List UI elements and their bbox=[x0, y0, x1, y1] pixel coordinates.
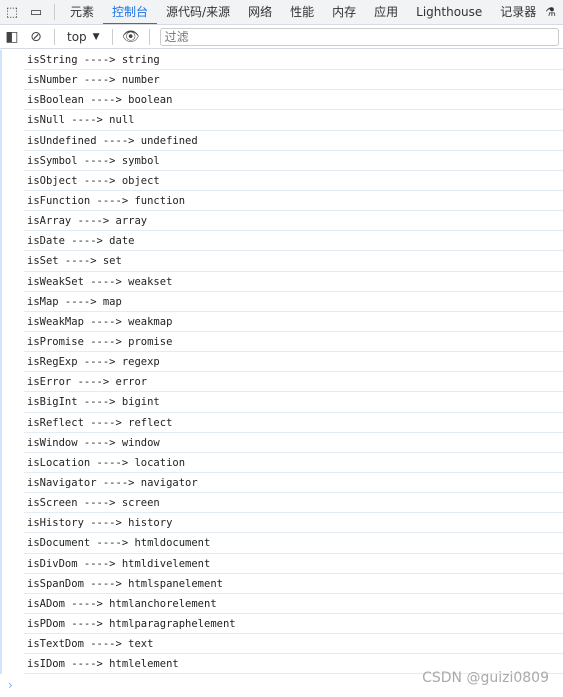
clear-console-icon[interactable]: ⊘ bbox=[24, 25, 48, 49]
console-message: isMap ----> map bbox=[24, 292, 563, 312]
console-message: isSpanDom ----> htmlspanelement bbox=[24, 574, 563, 594]
divider bbox=[148, 28, 150, 45]
console-message: isError ----> error bbox=[24, 372, 563, 393]
console-message: isWindow ----> window bbox=[24, 433, 563, 453]
tab-3[interactable]: 网络 bbox=[239, 0, 281, 24]
filter-input[interactable] bbox=[159, 27, 559, 46]
console-message: isSymbol ----> symbol bbox=[24, 151, 563, 171]
tab-2[interactable]: 源代码/来源 bbox=[157, 0, 239, 24]
watermark: CSDN @guizi0809 bbox=[422, 670, 549, 686]
console-message: isObject ----> object bbox=[24, 171, 563, 191]
live-expression-eye-icon[interactable]: 👁 bbox=[119, 25, 143, 49]
console-message: isLocation ----> location bbox=[24, 453, 563, 473]
experiment-flask-icon: ⚗ bbox=[545, 5, 557, 19]
tab-7[interactable]: Lighthouse bbox=[407, 0, 491, 24]
console-message: isDocument ----> htmldocument bbox=[24, 533, 563, 554]
console-message: isRegExp ----> regexp bbox=[24, 352, 563, 373]
console-message: isFunction ----> function bbox=[24, 191, 563, 212]
context-label: top bbox=[67, 29, 87, 44]
divider bbox=[111, 28, 113, 45]
console-message: isBigInt ----> bigint bbox=[24, 392, 563, 413]
console-message: isBoolean ----> boolean bbox=[24, 90, 563, 111]
console-message: isReflect ----> reflect bbox=[24, 413, 563, 433]
inspect-element-icon[interactable]: ⬚ bbox=[0, 0, 24, 24]
console-message: isScreen ----> screen bbox=[24, 493, 563, 514]
console-message: isSet ----> set bbox=[24, 251, 563, 272]
tab-8[interactable]: 记录器 bbox=[491, 0, 545, 24]
console-message: isString ----> string bbox=[24, 50, 563, 71]
console-message: isDate ----> date bbox=[24, 231, 563, 252]
tab-1[interactable]: 控制台 bbox=[103, 0, 158, 24]
console-toolbar: ◧ ⊘ top ▼ 👁 bbox=[0, 25, 563, 49]
console-message: isNull ----> null bbox=[24, 110, 563, 131]
console-message: isPDom ----> htmlparagraphelement bbox=[24, 614, 563, 635]
tab-4[interactable]: 性能 bbox=[281, 0, 323, 24]
console-message: isNavigator ----> navigator bbox=[24, 473, 563, 494]
divider bbox=[54, 4, 55, 20]
console-message: isTextDom ----> text bbox=[24, 634, 563, 655]
tab-5[interactable]: 内存 bbox=[323, 0, 365, 24]
console-message: isNumber ----> number bbox=[24, 70, 563, 91]
device-toolbar-icon[interactable]: ▭ bbox=[24, 0, 48, 24]
console-message: isWeakMap ----> weakmap bbox=[24, 312, 563, 332]
tab-6[interactable]: 应用 bbox=[365, 0, 407, 24]
console-message: isDivDom ----> htmldivelement bbox=[24, 554, 563, 574]
context-selector[interactable]: top ▼ bbox=[61, 30, 106, 44]
divider bbox=[54, 28, 55, 45]
console-message: isUndefined ----> undefined bbox=[24, 131, 563, 151]
devtools-tabbar: ⬚ ▭ 元素 控制台 源代码/来源 网络 性能 内存 应用 Lighthouse 记录器 ⚗ bbox=[0, 0, 563, 25]
console-message: isADom ----> htmlanchorelement bbox=[24, 594, 563, 614]
console-message: isHistory ----> history bbox=[24, 513, 563, 534]
tab-0[interactable]: 元素 bbox=[61, 0, 103, 24]
console-message: isWeakSet ----> weakset bbox=[24, 272, 563, 292]
console-message: isArray ----> array bbox=[24, 211, 563, 232]
console-prompt-icon[interactable]: › bbox=[8, 678, 13, 692]
console-message: isPromise ----> promise bbox=[24, 332, 563, 353]
console-log: isString ----> string isNumber ----> numb… bbox=[0, 50, 563, 675]
dropdown-arrow-icon: ▼ bbox=[92, 31, 100, 42]
sidebar-toggle-icon[interactable]: ◧ bbox=[0, 25, 24, 49]
